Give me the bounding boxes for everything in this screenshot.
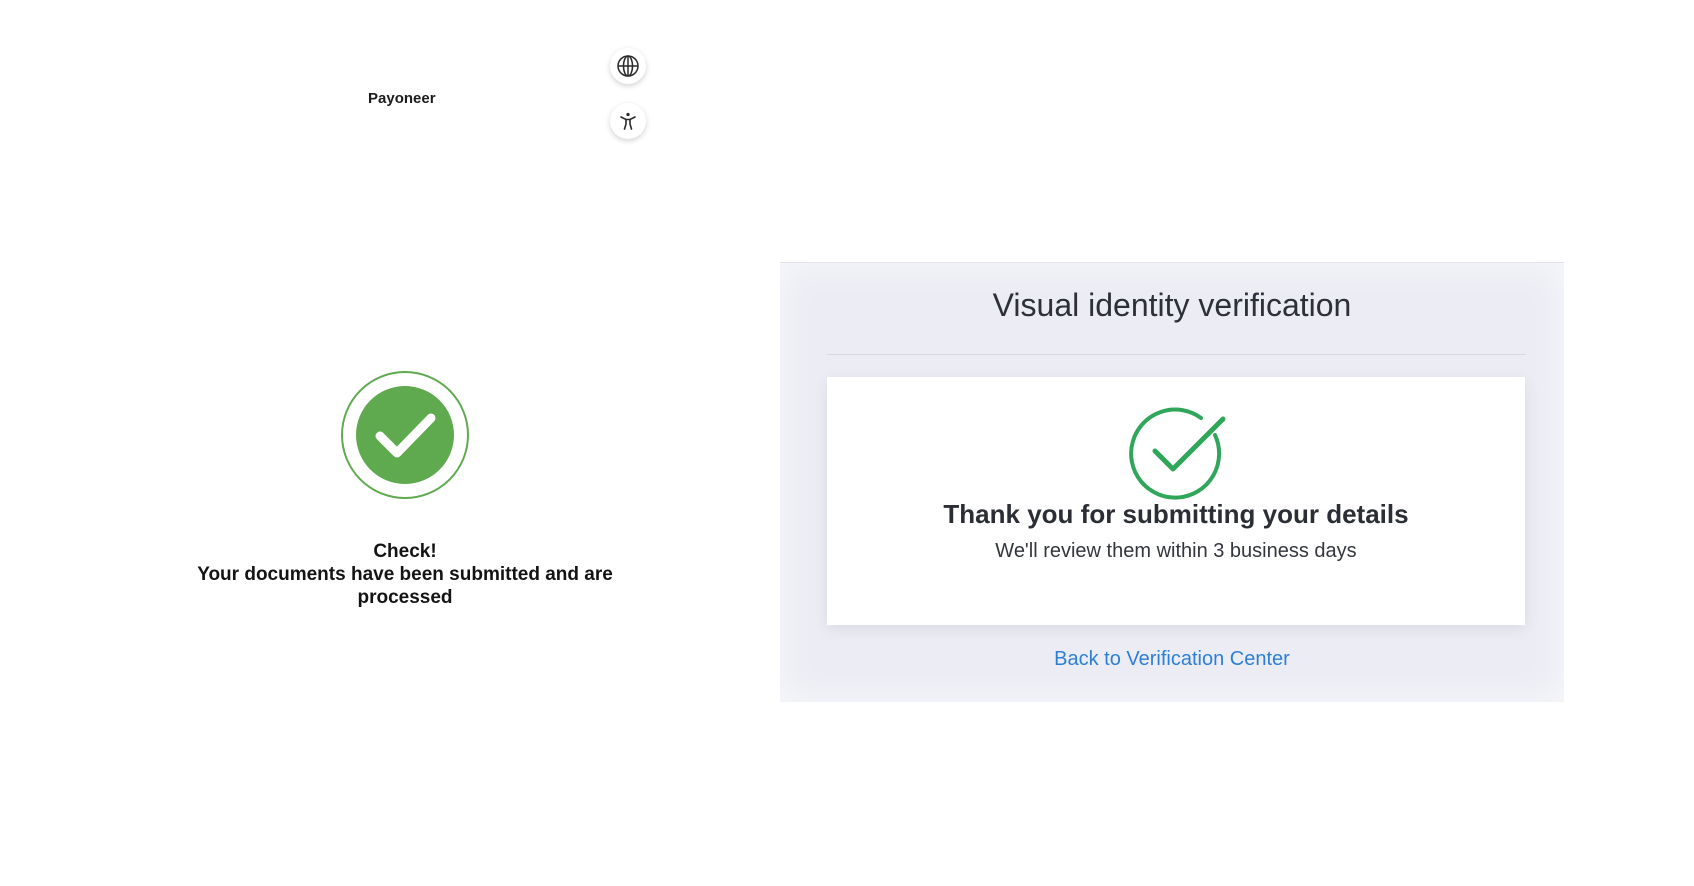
back-to-verification-center-link[interactable]: Back to Verification Center: [780, 648, 1564, 671]
check-circle-outline-icon: [1129, 407, 1226, 500]
verification-panel: Visual identity verification Thank you f…: [780, 262, 1564, 702]
accessibility-icon: [620, 112, 636, 130]
verification-title: Visual identity verification: [992, 287, 1352, 323]
confirmation-subheading: We'll review them within 3 business days: [995, 540, 1357, 562]
message-title: Check!: [373, 541, 437, 562]
divider: [827, 354, 1526, 355]
brand-name: Payoneer: [368, 90, 436, 107]
confirmation-card: Thank you for submitting your details We…: [827, 377, 1525, 625]
message-body: Your documents have been submitted and a…: [197, 564, 613, 608]
confirmation-heading: Thank you for submitting your details: [943, 499, 1409, 529]
submission-message: Check! Your documents have been submitte…: [150, 540, 660, 609]
globe-icon: [617, 55, 639, 77]
success-check-icon: [341, 371, 469, 499]
language-button[interactable]: [610, 48, 646, 84]
accessibility-button[interactable]: [610, 103, 646, 139]
